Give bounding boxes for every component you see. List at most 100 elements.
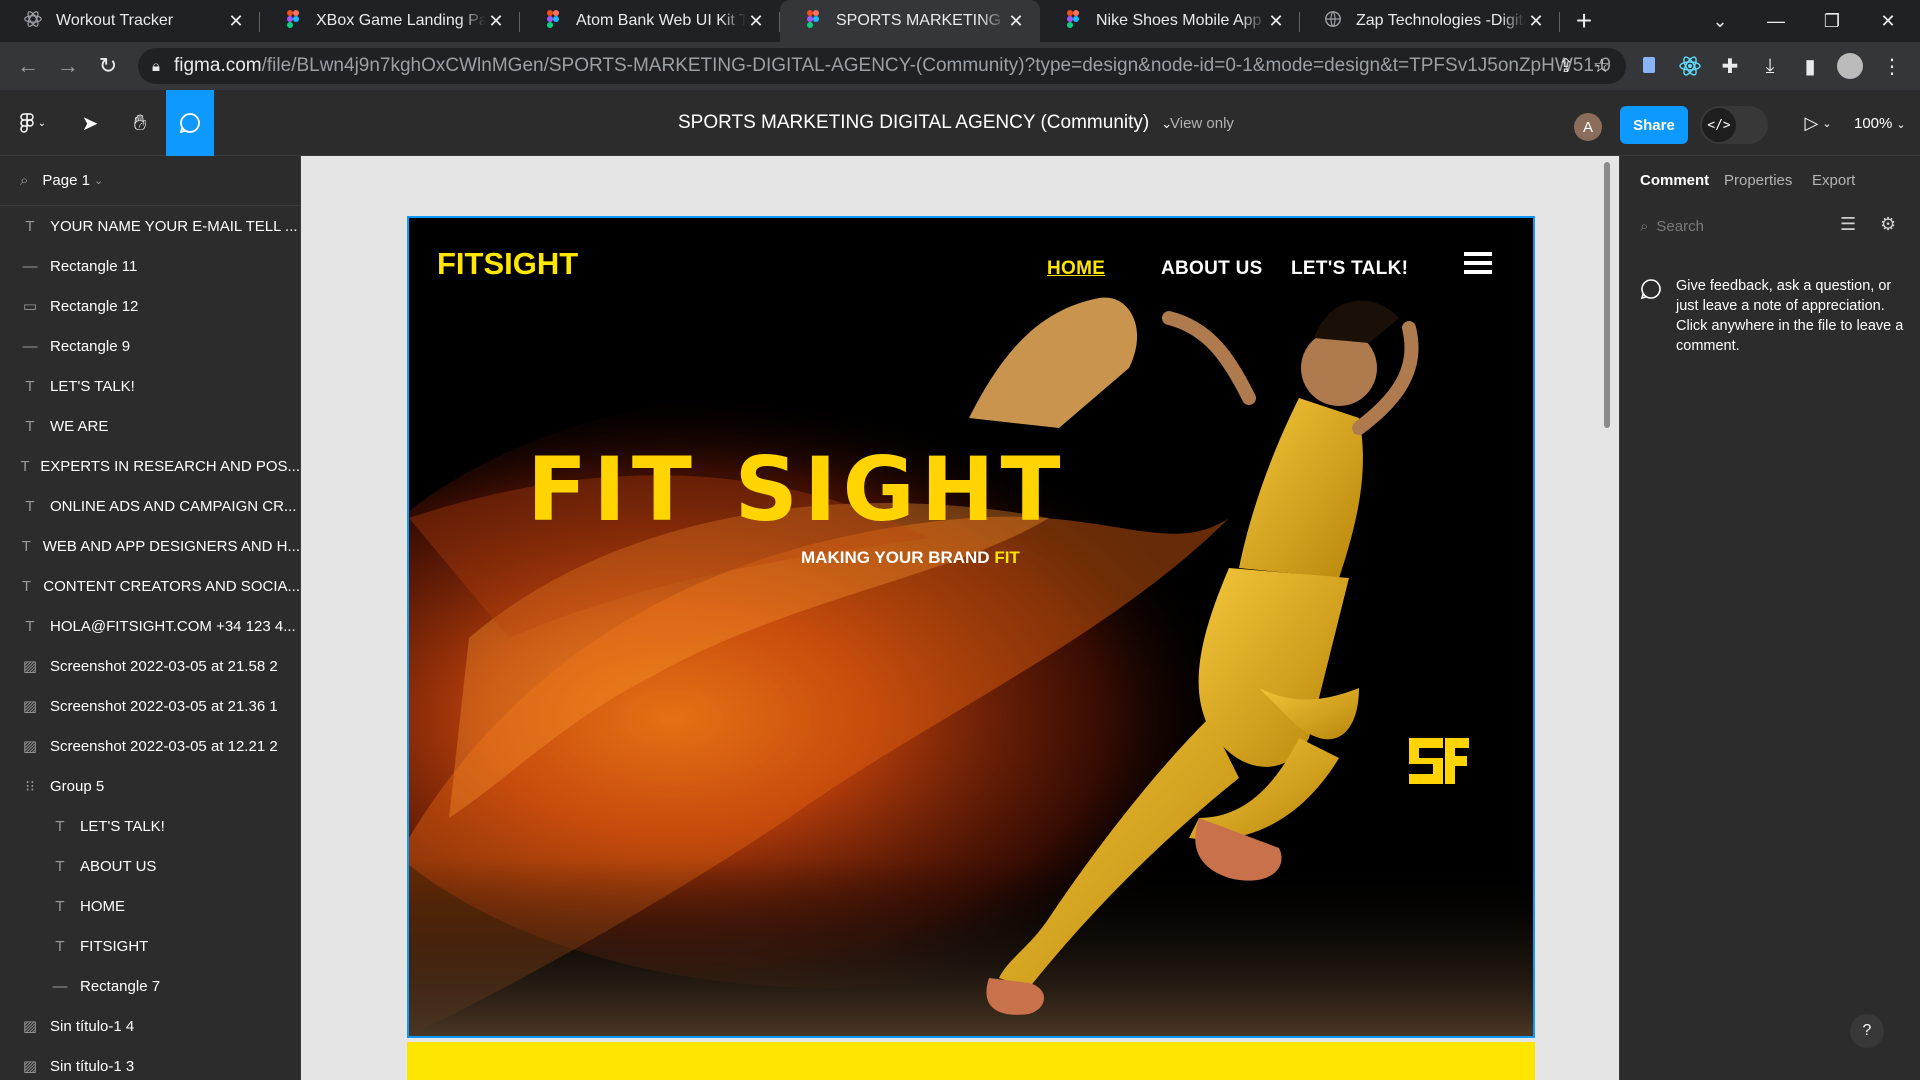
design-canvas[interactable]: FITSIGHT HOME ABOUT US LET'S TALK! FIT SIG…: [301, 156, 1619, 1080]
canvas-scrollbar[interactable]: [1604, 162, 1610, 428]
browser-tab[interactable]: Workout Tracker ✕: [0, 0, 260, 42]
lock-icon[interactable]: 🔒︎: [152, 58, 160, 75]
close-tab-icon[interactable]: ✕: [1006, 11, 1026, 32]
tab-strip: Workout Tracker✕XBox Game Landing Page (…: [0, 0, 1560, 42]
landing-page-frame[interactable]: FITSIGHT HOME ABOUT US LET'S TALK! FIT SIG…: [407, 216, 1535, 1038]
react-icon: [24, 10, 42, 33]
browser-tab[interactable]: XBox Game Landing Page (Community)✕: [260, 0, 520, 42]
restore-button[interactable]: ❐: [1800, 0, 1864, 42]
layer-item[interactable]: T LET'S TALK!: [0, 806, 300, 846]
extensions-puzzle-icon[interactable]: ✚: [1714, 50, 1746, 82]
layer-item[interactable]: T EXPERTS IN RESEARCH AND POS...: [0, 446, 300, 486]
share-button[interactable]: Share: [1620, 106, 1688, 144]
back-button[interactable]: ←: [8, 46, 48, 86]
layer-item[interactable]: — Rectangle 11: [0, 246, 300, 286]
layer-item[interactable]: — Rectangle 9: [0, 326, 300, 366]
page-selector[interactable]: ⌕ Page 1 ⌄: [0, 156, 300, 206]
comment-tool-icon[interactable]: [166, 90, 214, 156]
profile-avatar[interactable]: [1834, 50, 1866, 82]
figma-icon: [804, 9, 822, 33]
design-nav-about-us[interactable]: ABOUT US: [1161, 258, 1263, 280]
zoom-level[interactable]: 100% ⌄: [1854, 115, 1906, 132]
react-devtools-icon[interactable]: [1674, 50, 1706, 82]
panel-tab-export[interactable]: Export: [1812, 172, 1855, 189]
image-icon: ▨: [22, 1058, 38, 1075]
hamburger-menu-icon[interactable]: [1464, 252, 1492, 274]
layer-item[interactable]: T ABOUT US: [0, 846, 300, 886]
layer-name: HOME: [80, 897, 125, 915]
layer-name: LET'S TALK!: [50, 377, 135, 395]
text-icon: T: [55, 857, 65, 875]
layer-item[interactable]: T HOME: [0, 886, 300, 926]
forward-button[interactable]: →: [48, 46, 88, 86]
close-tab-icon[interactable]: ✕: [1526, 11, 1546, 32]
browser-menu-icon[interactable]: ⋮: [1876, 50, 1908, 82]
hero-background: [409, 218, 1533, 1036]
hero-title-left: FIT: [527, 438, 698, 541]
share-page-icon[interactable]: ⇪: [1558, 55, 1574, 78]
browser-toolbar: ← → ↻ 🔒︎ figma.com/file/BLwn4j9n7kghOxCW…: [0, 42, 1920, 90]
bookmark-star-icon[interactable]: ☆: [1593, 55, 1610, 78]
design-nav-let-s-talk[interactable]: LET'S TALK!: [1291, 258, 1408, 280]
help-button[interactable]: ?: [1850, 1014, 1884, 1048]
figma-main-menu-icon[interactable]: ⌄: [10, 90, 56, 156]
layer-item[interactable]: T YOUR NAME YOUR E-MAIL TELL ...: [0, 206, 300, 246]
browser-tab[interactable]: Atom Bank Web UI Kit Template✕: [520, 0, 780, 42]
panel-tab-properties[interactable]: Properties: [1724, 172, 1792, 189]
close-tab-icon[interactable]: ✕: [1266, 11, 1286, 32]
user-avatar[interactable]: A: [1574, 113, 1602, 141]
address-bar[interactable]: 🔒︎ figma.com/file/BLwn4j9n7kghOxCWlnMGen…: [138, 48, 1626, 84]
close-tab-icon[interactable]: ✕: [226, 11, 246, 32]
browser-tab[interactable]: Zap Technologies -Digital Agency✕: [1300, 0, 1560, 42]
download-icon[interactable]: ⤓: [1754, 50, 1786, 82]
hero-tagline: MAKING YOUR BRAND FIT: [801, 548, 1020, 568]
layer-item[interactable]: ⁝⁝ Group 5: [0, 766, 300, 806]
layer-name: ABOUT US: [80, 857, 157, 875]
extension-docs-icon[interactable]: [1634, 50, 1666, 82]
layer-item[interactable]: ▨ Sin título-1 3: [0, 1046, 300, 1080]
move-tool-icon[interactable]: ➤: [70, 90, 110, 156]
file-title[interactable]: SPORTS MARKETING DIGITAL AGENCY (Communi…: [678, 112, 1172, 134]
design-nav-home[interactable]: HOME: [1047, 258, 1105, 280]
browser-tab[interactable]: SPORTS MARKETING DIGITAL AGENCY✕: [780, 0, 1040, 42]
layer-item[interactable]: T WEB AND APP DESIGNERS AND H...: [0, 526, 300, 566]
layer-item[interactable]: T FITSIGHT: [0, 926, 300, 966]
close-tab-icon[interactable]: ✕: [746, 11, 766, 32]
text-icon: T: [55, 937, 65, 955]
layer-item[interactable]: ▨ Sin título-1 4: [0, 1006, 300, 1046]
line-icon: —: [22, 337, 38, 355]
layer-item[interactable]: ▨ Screenshot 2022-03-05 at 21.36 1: [0, 686, 300, 726]
close-tab-icon[interactable]: ✕: [486, 11, 506, 32]
layer-name: WE ARE: [50, 417, 109, 435]
layer-item[interactable]: — Rectangle 7: [0, 966, 300, 1006]
tab-title: Nike Shoes Mobile App UI Design: [1096, 12, 1266, 29]
layer-item[interactable]: ▨ Screenshot 2022-03-05 at 21.58 2: [0, 646, 300, 686]
close-window-button[interactable]: ✕: [1856, 0, 1920, 42]
layer-item[interactable]: T HOLA@FITSIGHT.COM +34 123 4...: [0, 606, 300, 646]
comment-search[interactable]: ⌕ Search: [1640, 218, 1704, 235]
side-panel-icon[interactable]: ▮: [1794, 50, 1826, 82]
layer-item[interactable]: T LET'S TALK!: [0, 366, 300, 406]
browser-tab[interactable]: Nike Shoes Mobile App UI Design✕: [1040, 0, 1300, 42]
filter-comments-icon[interactable]: ☰: [1840, 214, 1856, 235]
dev-mode-toggle[interactable]: </>: [1700, 106, 1768, 144]
search-icon[interactable]: ⌕: [20, 172, 28, 189]
minimize-button[interactable]: —: [1744, 0, 1808, 42]
layer-item[interactable]: T WE ARE: [0, 406, 300, 446]
new-tab-button[interactable]: +: [1560, 0, 1608, 42]
hand-tool-icon[interactable]: ✋︎: [120, 90, 160, 156]
present-play-icon[interactable]: ▷ ⌄: [1798, 90, 1838, 156]
layer-item[interactable]: T CONTENT CREATORS AND SOCIA...: [0, 566, 300, 606]
comment-settings-icon[interactable]: ⚙︎: [1880, 214, 1896, 235]
panel-tab-comment[interactable]: Comment: [1640, 172, 1709, 189]
next-section-frame[interactable]: [407, 1042, 1535, 1080]
tab-search-chevron-icon[interactable]: ⌄: [1688, 0, 1752, 42]
layer-item[interactable]: T ONLINE ADS AND CAMPAIGN CR...: [0, 486, 300, 526]
url-host: figma.com: [173, 55, 262, 76]
file-title-text: SPORTS MARKETING DIGITAL AGENCY (Communi…: [678, 112, 1150, 133]
image-icon: ▨: [22, 738, 38, 755]
layer-item[interactable]: ▨ Screenshot 2022-03-05 at 12.21 2: [0, 726, 300, 766]
layer-item[interactable]: ▭ Rectangle 12: [0, 286, 300, 326]
brand-logo[interactable]: FITSIGHT: [437, 246, 578, 282]
reload-button[interactable]: ↻: [88, 46, 128, 86]
